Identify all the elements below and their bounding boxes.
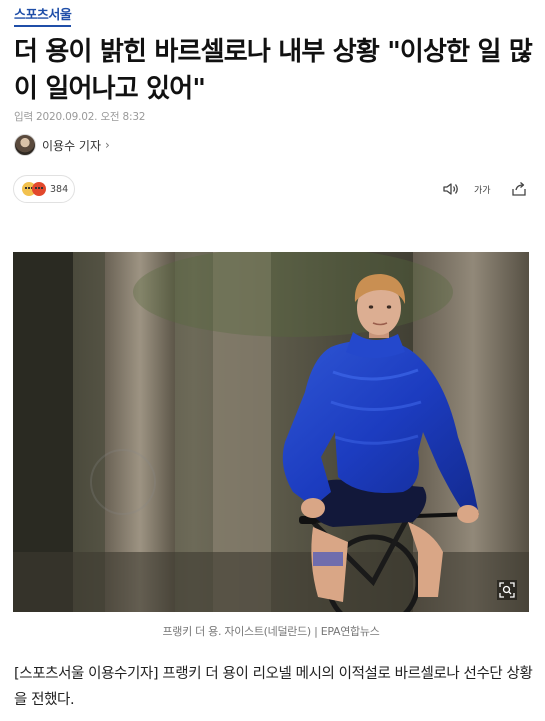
article-date: 입력 2020.09.02. 오전 8:32 bbox=[14, 111, 146, 123]
speaker-icon bbox=[443, 183, 458, 195]
font-size-icon: 가가 bbox=[474, 185, 491, 196]
reporter-link[interactable]: 이용수 기자 › bbox=[14, 134, 110, 156]
share-button[interactable] bbox=[510, 180, 530, 198]
reaction-button[interactable]: 384 bbox=[13, 175, 75, 203]
font-size-button[interactable]: 가가 bbox=[474, 180, 494, 198]
reaction-count: 384 bbox=[50, 183, 69, 195]
photo-caption: 프랭키 더 용. 자이스트(네덜란드) | EPA연합뉴스 bbox=[162, 625, 380, 638]
reporter-name: 이용수 기자 bbox=[42, 138, 102, 153]
share-icon bbox=[512, 182, 526, 196]
angry-emoji-icon bbox=[32, 182, 46, 196]
press-logo[interactable]: 스포츠서울 bbox=[14, 8, 72, 27]
font-size-label: 가가 bbox=[474, 185, 491, 196]
article-headline: 더 용이 밝힌 바르셀로나 내부 상황 "이상한 일 많이 일어나고 있어" bbox=[14, 37, 533, 104]
reporter-avatar bbox=[14, 134, 36, 156]
zoom-icon bbox=[499, 582, 515, 598]
article-photo[interactable] bbox=[13, 252, 529, 612]
photo-zoom-button[interactable] bbox=[497, 580, 517, 600]
cyclist-photo bbox=[13, 252, 529, 612]
audio-button[interactable] bbox=[442, 180, 462, 198]
chevron-right-icon: › bbox=[105, 138, 110, 152]
article-body: [스포츠서울 이용수기자] 프랭키 더 용이 리오넬 메시의 이적설로 바르셀로… bbox=[14, 666, 533, 708]
